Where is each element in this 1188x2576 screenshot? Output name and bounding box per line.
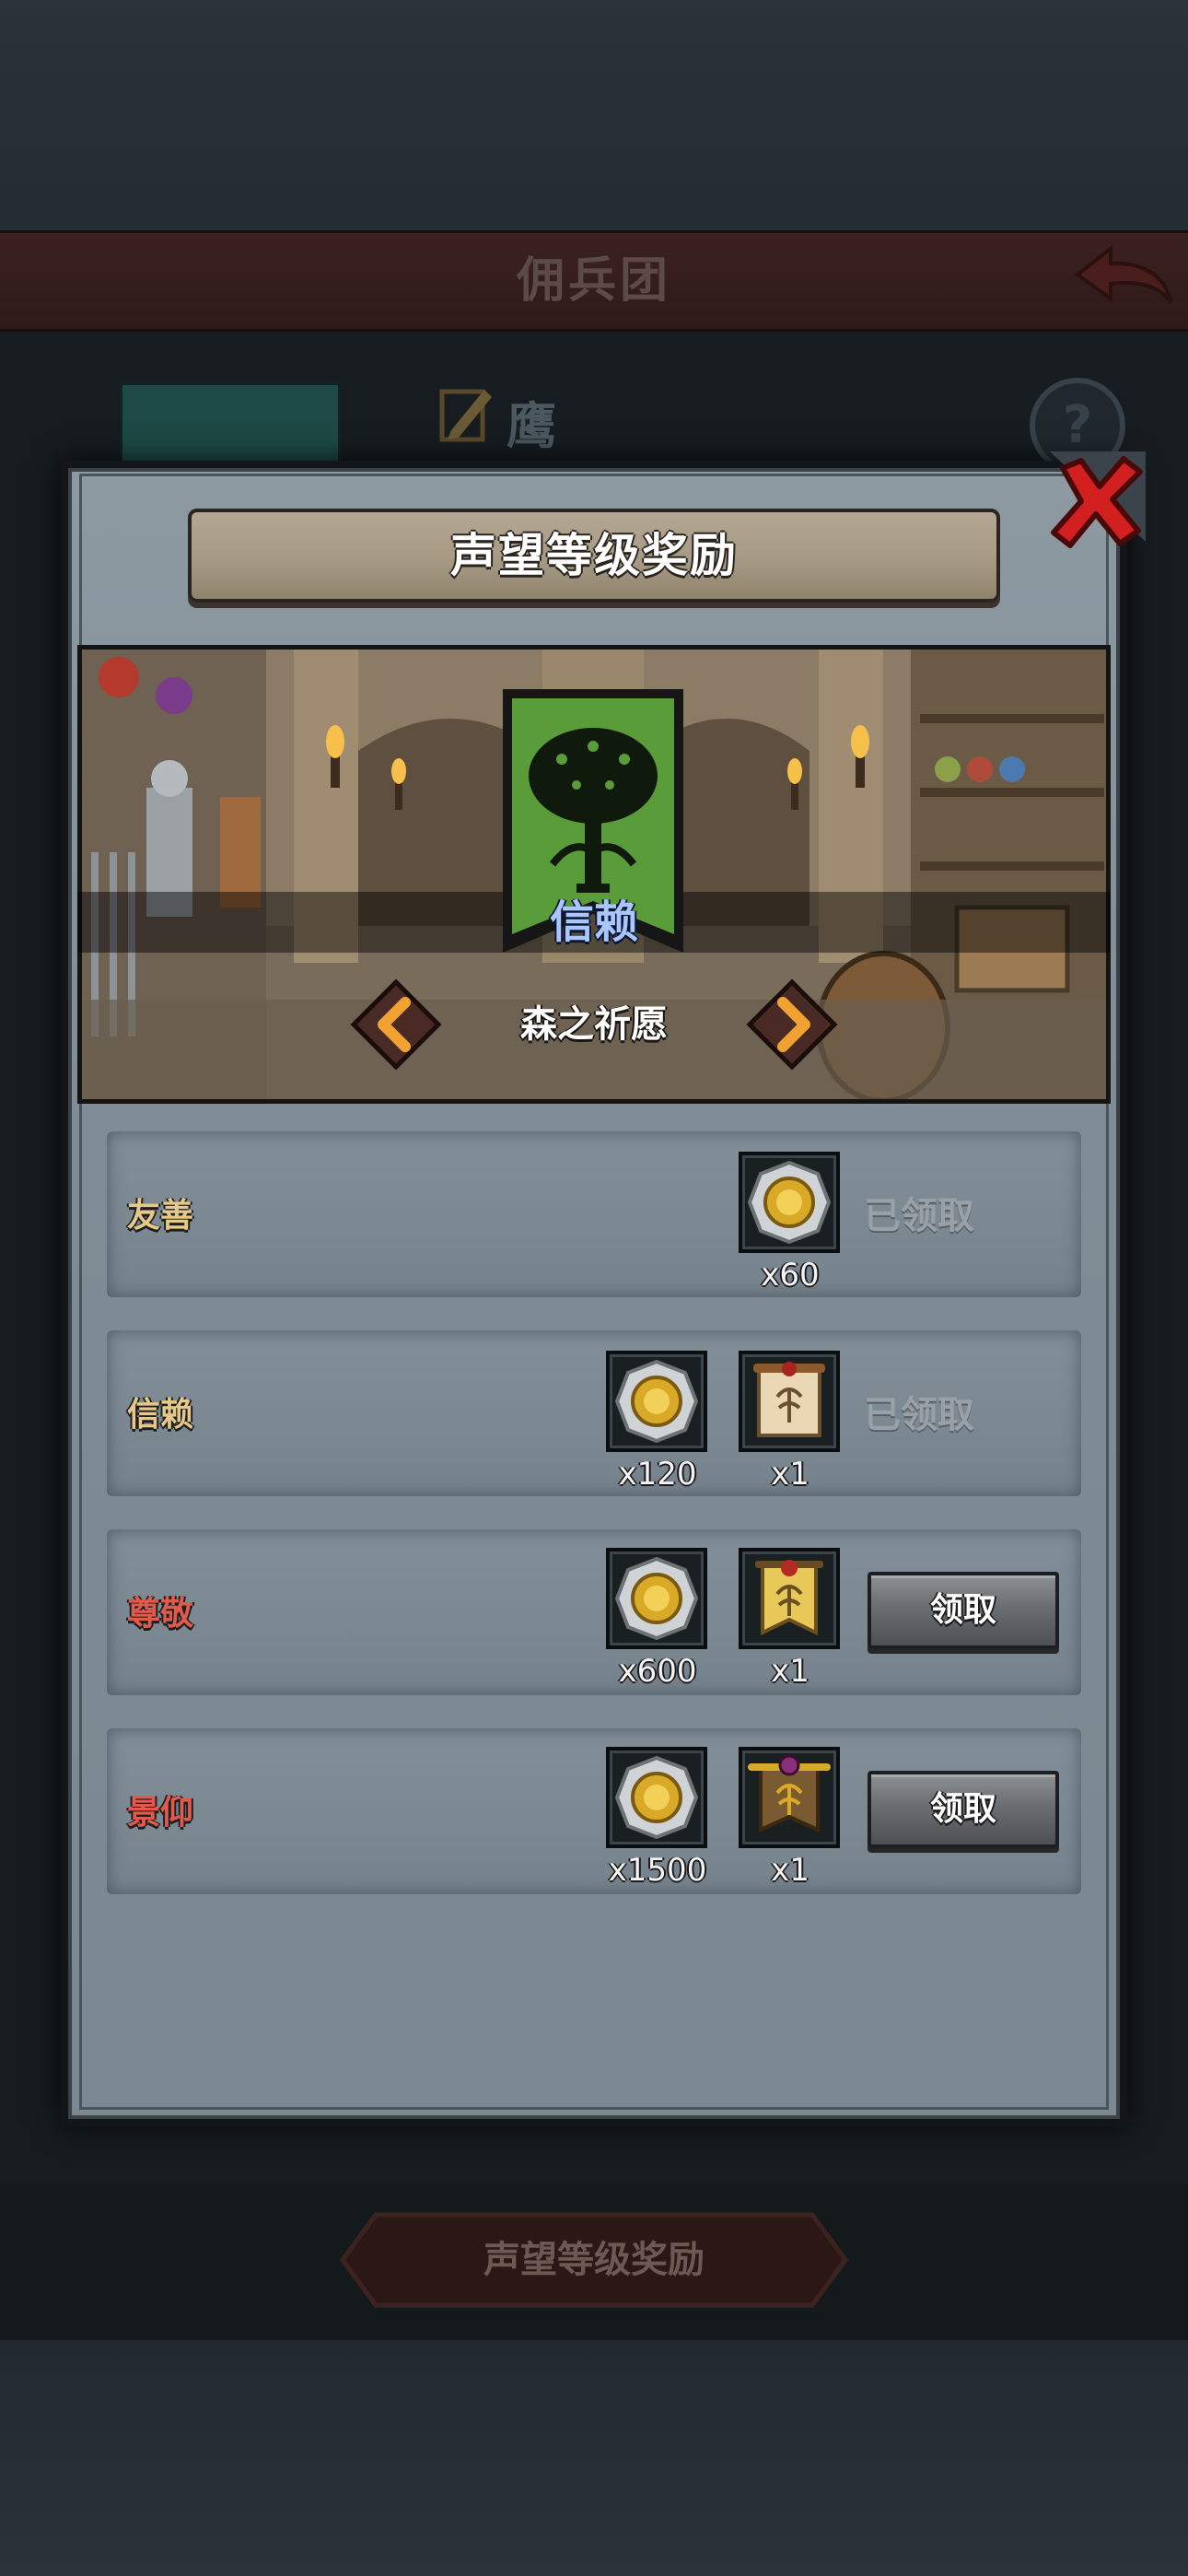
claimed-status: 已领取 <box>864 1195 974 1237</box>
reward-item-slot[interactable] <box>606 1548 707 1649</box>
reward-item-slot[interactable] <box>739 1152 840 1253</box>
modal-title: 声望等级奖励 <box>450 529 738 582</box>
reward-item-slot[interactable] <box>739 1548 840 1649</box>
reward-item-slot[interactable] <box>739 1351 840 1452</box>
reward-item-slot[interactable] <box>739 1747 840 1848</box>
reward-count: x120 <box>618 1456 697 1493</box>
rank-label-revered: 景仰 <box>127 1794 194 1832</box>
silver-gold-coin-icon <box>614 1556 699 1641</box>
ornate-tree-banner-icon <box>748 1754 831 1833</box>
reward-count: x1 <box>771 1653 809 1690</box>
background-footer-label: 声望等级奖励 <box>483 2239 705 2281</box>
silver-gold-coin-icon <box>614 1755 699 1840</box>
back-arrow-icon <box>1074 244 1173 304</box>
current-rank-name: 信赖 <box>549 896 638 948</box>
silver-gold-coin-icon <box>614 1359 699 1444</box>
claimed-status: 已领取 <box>864 1394 974 1436</box>
tree-scroll-icon <box>753 1362 825 1437</box>
close-icon[interactable] <box>1031 440 1151 560</box>
next-faction-button[interactable] <box>746 978 838 1071</box>
claim-button[interactable]: 领取 <box>868 1572 1059 1649</box>
reward-count: x1 <box>771 1852 809 1889</box>
reward-count: x1 <box>771 1456 809 1493</box>
faction-name: 森之祈愿 <box>520 1003 668 1046</box>
rank-label-trusted: 信赖 <box>127 1396 194 1434</box>
background-tab <box>120 382 341 465</box>
reward-count: x600 <box>618 1653 697 1690</box>
tree-banner-icon <box>755 1560 823 1636</box>
reward-count: x1500 <box>608 1852 707 1889</box>
background-tab-name: 鹰 <box>507 397 556 455</box>
silver-gold-coin-icon <box>747 1160 832 1245</box>
background-bottom <box>0 2340 1188 2576</box>
claim-button[interactable]: 领取 <box>868 1771 1059 1848</box>
rank-label-respected: 尊敬 <box>127 1595 194 1633</box>
background-header-title: 佣兵团 <box>516 253 671 309</box>
reward-item-slot[interactable] <box>606 1747 707 1848</box>
background-top <box>0 0 1188 230</box>
edit-pencil-icon <box>439 389 492 442</box>
reward-count: x60 <box>761 1257 820 1294</box>
rank-label-friendly: 友善 <box>127 1197 194 1235</box>
reward-item-slot[interactable] <box>606 1351 707 1452</box>
